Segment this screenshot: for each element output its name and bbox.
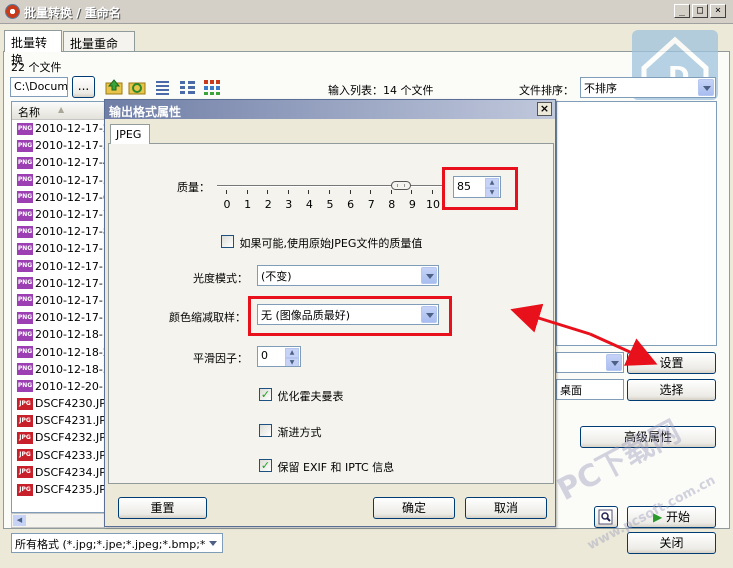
arrow-to-settings xyxy=(589,332,658,366)
arrow-to-subsample xyxy=(510,303,591,336)
tab-batch-convert[interactable]: 批量转换 xyxy=(4,30,62,67)
annotation-arrows xyxy=(510,303,658,366)
tab-jpeg[interactable]: JPEG xyxy=(110,124,150,144)
